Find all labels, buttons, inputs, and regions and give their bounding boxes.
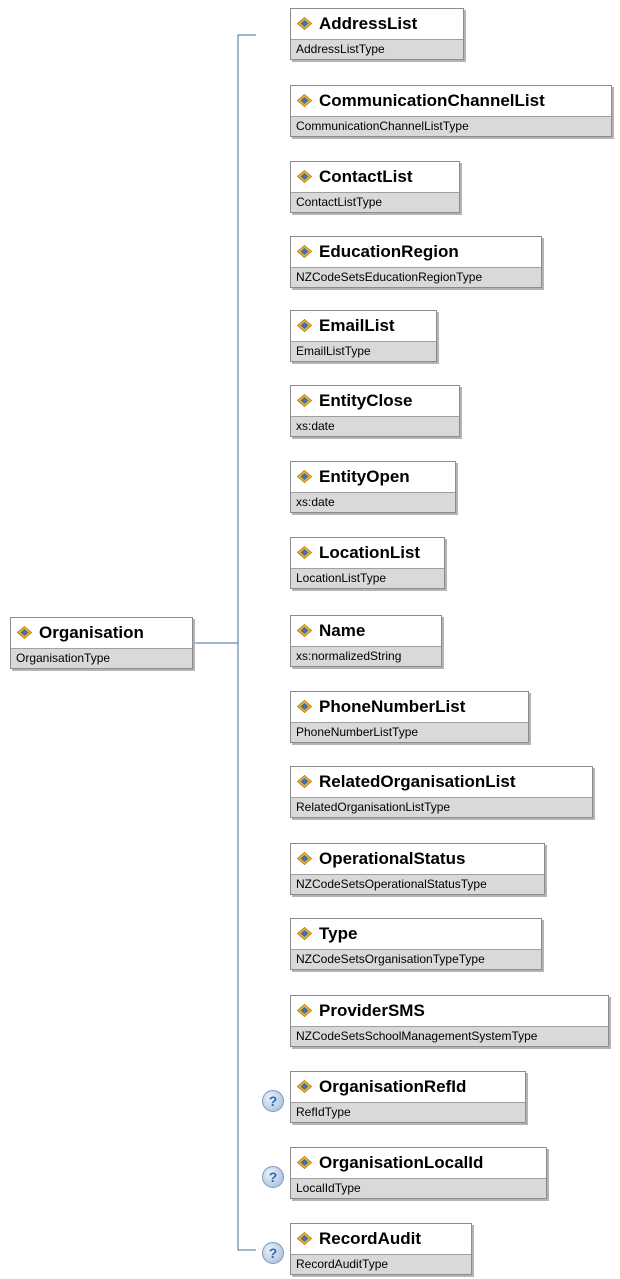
element-type: RelatedOrganisationListType <box>291 797 592 817</box>
element-related-organisation-list[interactable]: RelatedOrganisationList RelatedOrganisati… <box>290 766 593 818</box>
element-name: LocationList <box>319 543 421 562</box>
element-name: ProviderSMS <box>319 1001 425 1020</box>
element-email-list[interactable]: EmailList EmailListType <box>290 310 437 362</box>
element-provider-sms[interactable]: ProviderSMS NZCodeSetsSchoolManagementSys… <box>290 995 609 1047</box>
schema-diagram: Organisation OrganisationType AddressLis… <box>0 0 620 1279</box>
element-type[interactable]: Type NZCodeSetsOrganisationTypeType <box>290 918 542 970</box>
element-type: xs:date <box>291 492 455 512</box>
element-name: AddressList <box>319 14 418 33</box>
element-name: EntityOpen <box>319 467 410 486</box>
element-icon <box>297 1156 312 1169</box>
element-contact-list[interactable]: ContactList ContactListType <box>290 161 460 213</box>
element-type: NZCodeSetsOrganisationTypeType <box>291 949 541 969</box>
element-icon <box>17 626 32 639</box>
element-organisation-ref-id[interactable]: OrganisationRefId RefIdType <box>290 1071 526 1123</box>
element-phone-number-list[interactable]: PhoneNumberList PhoneNumberListType <box>290 691 529 743</box>
root-node[interactable]: Organisation OrganisationType <box>10 617 193 669</box>
element-type: ContactListType <box>291 192 459 212</box>
optional-marker-icon[interactable]: ? <box>262 1242 284 1264</box>
element-type: NZCodeSetsOperationalStatusType <box>291 874 544 894</box>
element-communication-channel-list[interactable]: CommunicationChannelList CommunicationCha… <box>290 85 612 137</box>
optional-marker-icon[interactable]: ? <box>262 1166 284 1188</box>
element-name: Type <box>319 924 358 943</box>
element-entity-close[interactable]: EntityClose xs:date <box>290 385 460 437</box>
root-name: Organisation <box>39 623 144 642</box>
element-operational-status[interactable]: OperationalStatus NZCodeSetsOperationalSt… <box>290 843 545 895</box>
trunk-line <box>237 34 256 1251</box>
element-record-audit[interactable]: RecordAudit RecordAuditType <box>290 1223 472 1275</box>
element-name: EntityClose <box>319 391 413 410</box>
element-icon <box>297 700 312 713</box>
element-icon <box>297 170 312 183</box>
element-type: RecordAuditType <box>291 1254 471 1274</box>
element-icon <box>297 624 312 637</box>
element-name: EducationRegion <box>319 242 459 261</box>
element-name[interactable]: Name xs:normalizedString <box>290 615 442 667</box>
optional-marker-icon[interactable]: ? <box>262 1090 284 1112</box>
element-icon <box>297 775 312 788</box>
element-name: PhoneNumberList <box>319 697 466 716</box>
element-icon <box>297 17 312 30</box>
element-name: OrganisationLocalId <box>319 1153 484 1172</box>
element-icon <box>297 245 312 258</box>
element-name: RelatedOrganisationList <box>319 772 516 791</box>
element-type: xs:normalizedString <box>291 646 441 666</box>
element-type: NZCodeSetsEducationRegionType <box>291 267 541 287</box>
element-icon <box>297 852 312 865</box>
element-icon <box>297 394 312 407</box>
element-type: RefIdType <box>291 1102 525 1122</box>
element-name: OperationalStatus <box>319 849 466 868</box>
element-icon <box>297 1080 312 1093</box>
element-icon <box>297 94 312 107</box>
element-name: OrganisationRefId <box>319 1077 467 1096</box>
element-icon <box>297 470 312 483</box>
element-organisation-local-id[interactable]: OrganisationLocalId LocalIdType <box>290 1147 547 1199</box>
element-type: NZCodeSetsSchoolManagementSystemType <box>291 1026 608 1046</box>
element-name: Name <box>319 621 366 640</box>
element-type: PhoneNumberListType <box>291 722 528 742</box>
element-icon <box>297 546 312 559</box>
element-type: AddressListType <box>291 39 463 59</box>
element-icon <box>297 319 312 332</box>
element-name: RecordAudit <box>319 1229 421 1248</box>
element-type: EmailListType <box>291 341 436 361</box>
element-icon <box>297 1004 312 1017</box>
element-icon <box>297 927 312 940</box>
element-type: LocalIdType <box>291 1178 546 1198</box>
element-name: CommunicationChannelList <box>319 91 545 110</box>
element-icon <box>297 1232 312 1245</box>
element-name: ContactList <box>319 167 413 186</box>
element-location-list[interactable]: LocationList LocationListType <box>290 537 445 589</box>
element-address-list[interactable]: AddressList AddressListType <box>290 8 464 60</box>
element-entity-open[interactable]: EntityOpen xs:date <box>290 461 456 513</box>
root-type: OrganisationType <box>11 648 192 668</box>
element-type: xs:date <box>291 416 459 436</box>
element-type: CommunicationChannelListType <box>291 116 611 136</box>
element-type: LocationListType <box>291 568 444 588</box>
element-education-region[interactable]: EducationRegion NZCodeSetsEducationRegion… <box>290 236 542 288</box>
element-name: EmailList <box>319 316 395 335</box>
